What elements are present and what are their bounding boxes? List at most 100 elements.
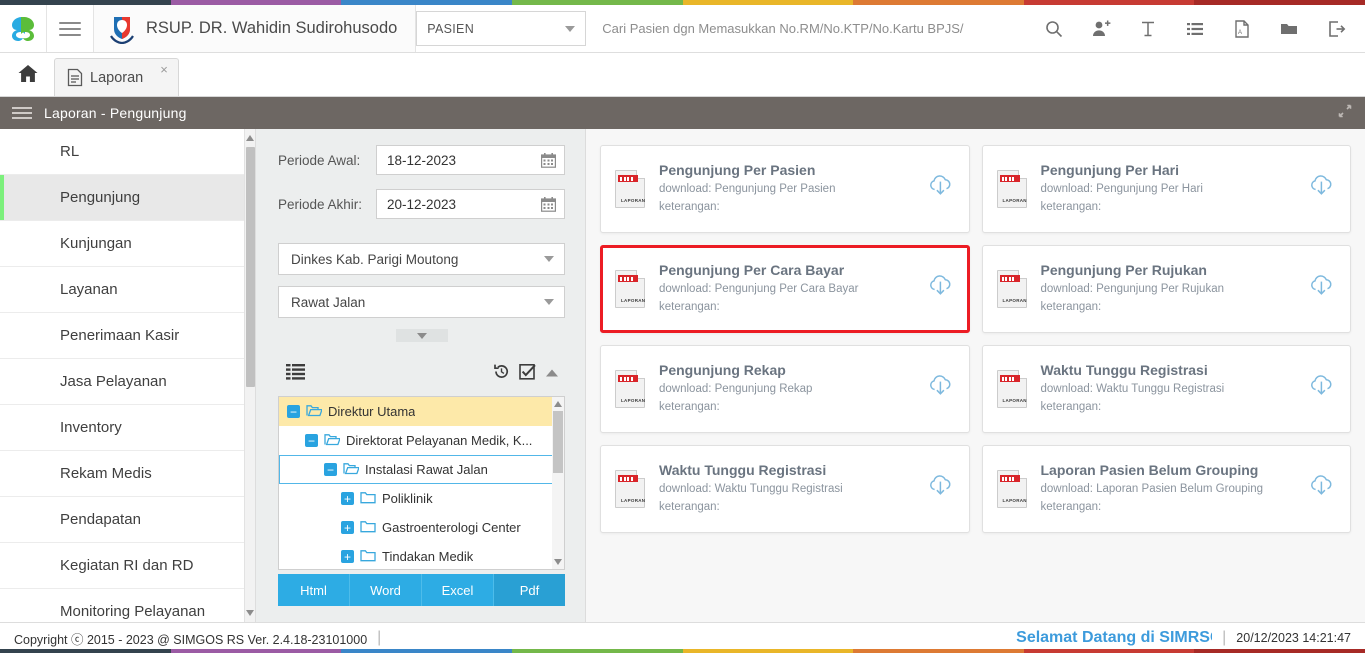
sidebar-item-monitoring-pelayanan[interactable]: Monitoring Pelayanan [0,589,255,622]
sidebar-item-rl[interactable]: RL [0,129,255,175]
sidebar-item-kunjungan[interactable]: Kunjungan [0,221,255,267]
tree-node[interactable]: + Poliklinik [279,484,564,513]
text-tool-icon[interactable] [1124,5,1171,53]
search-icon[interactable] [1030,5,1077,53]
tree-node-label: Gastroenterologi Center [382,520,521,535]
tab-laporan[interactable]: Laporan × [54,58,179,96]
sidebar-item-penerimaan-kasir[interactable]: Penerimaan Kasir [0,313,255,359]
sidebar-item-jasa-pelayanan[interactable]: Jasa Pelayanan [0,359,255,405]
cloud-download-icon[interactable] [1309,175,1334,203]
unit-select[interactable]: Dinkes Kab. Parigi Moutong [278,243,565,275]
report-card-download-label: download: Pengunjung Per Hari [1040,183,1203,196]
sidebar-item-kegiatan-ri-dan-rd[interactable]: Kegiatan RI dan RD [0,543,255,589]
scroll-up-icon[interactable] [553,401,562,407]
tree-node[interactable]: − Direktorat Pelayanan Medik, K... [279,426,564,455]
periode-akhir-value: 20-12-2023 [387,196,457,212]
report-card[interactable]: LAPORAN Laporan Pasien Belum Grouping down… [981,445,1351,533]
tree-node[interactable]: − Instalasi Rawat Jalan [279,455,564,484]
sidebar-item-inventory[interactable]: Inventory [0,405,255,451]
periode-awal-row: Periode Awal: 18-12-2023 [278,145,565,175]
home-icon[interactable] [6,52,50,96]
export-word-button[interactable]: Word [350,574,422,606]
periode-awal-input[interactable]: 18-12-2023 [376,145,565,175]
filter-panel: Periode Awal: 18-12-2023 Periode Akhir: [256,129,586,622]
scrollbar-thumb[interactable] [246,147,255,387]
cloud-download-icon[interactable] [928,175,953,203]
expand-arrows-icon[interactable] [1337,103,1353,124]
cloud-download-icon[interactable] [928,375,953,403]
report-card[interactable]: LAPORAN Pengunjung Per Rujukan download: P… [981,245,1351,333]
collapse-node-icon[interactable]: − [287,405,300,418]
folder-icon[interactable] [1265,5,1312,53]
report-card[interactable]: LAPORAN Pengunjung Per Pasien download: Pe… [600,145,970,233]
laporan-document-icon: LAPORAN [996,270,1027,308]
sidebar-item-layanan[interactable]: Layanan [0,267,255,313]
report-card-title: Pengunjung Per Hari [1040,162,1179,179]
report-card-title: Pengunjung Per Pasien [659,162,816,179]
report-card[interactable]: LAPORAN Waktu Tunggu Registrasi download: … [600,445,970,533]
history-refresh-icon[interactable] [493,363,510,385]
export-html-button[interactable]: Html [278,574,350,606]
cloud-download-icon[interactable] [1309,275,1334,303]
scrollbar-thumb[interactable] [553,411,563,473]
collapse-node-icon[interactable]: − [324,463,337,476]
tree-node-label: Direktur Utama [328,404,416,419]
report-card[interactable]: LAPORAN Pengunjung Per Hari download: Peng… [981,145,1351,233]
hamburger-icon[interactable] [12,104,32,122]
cloud-download-icon[interactable] [928,275,953,303]
periode-akhir-input[interactable]: 20-12-2023 [376,189,565,219]
report-card-cell: LAPORAN Pengunjung Per Pasien download: Pe… [594,139,976,239]
tree-node[interactable]: + Gastroenterologi Center [279,513,564,542]
tree-node[interactable]: + Tindakan Medik [279,542,564,569]
report-card-download-label: download: Waktu Tunggu Registrasi [1040,383,1225,396]
tree-node[interactable]: − Direktur Utama [279,397,564,426]
close-icon[interactable]: × [160,63,168,76]
sidebar-scrollbar[interactable] [244,129,255,622]
add-user-icon[interactable] [1077,5,1124,53]
export-pdf-button[interactable]: Pdf [494,574,565,606]
export-excel-button[interactable]: Excel [422,574,494,606]
cloud-download-icon[interactable] [1309,375,1334,403]
chevron-up-icon[interactable] [545,365,559,383]
pdf-icon[interactable]: A [1218,5,1265,53]
report-card-cell: LAPORAN Pengunjung Rekap download: Pengunj… [594,339,976,439]
logout-icon[interactable] [1312,5,1359,53]
simgos-swirl-logo[interactable] [0,5,47,52]
report-category-sidebar: RL Pengunjung Kunjungan Layanan Penerimaan K… [0,129,256,622]
cloud-download-icon[interactable] [1309,475,1334,503]
report-card-keterangan-label: keterangan: [659,200,720,213]
list-icon[interactable] [1171,5,1218,53]
sidebar-item-pengunjung[interactable]: Pengunjung [0,175,255,221]
list-view-icon[interactable] [286,363,305,385]
report-card-text: Waktu Tunggu Registrasi download: Waktu T… [1027,362,1310,416]
sidebar-item-label: Pengunjung [60,189,141,206]
app-footer: Copyright ⓒ 2015 - 2023 @ SIMGOS RS Ver.… [0,622,1365,653]
report-card-keterangan-label: keterangan: [659,500,720,513]
tree-scrollbar[interactable] [552,397,564,569]
check-square-icon[interactable] [519,363,536,385]
main-menu-button[interactable] [47,5,94,52]
expand-node-icon[interactable]: + [341,521,354,534]
scroll-up-icon[interactable] [246,135,254,141]
expand-node-icon[interactable]: + [341,550,354,563]
periode-akhir-row: Periode Akhir: 20-12-2023 [278,189,565,219]
sidebar-item-pendapatan[interactable]: Pendapatan [0,497,255,543]
module-select[interactable]: PASIEN [416,11,587,46]
cloud-download-icon[interactable] [928,475,953,503]
filter-collapse-toggle[interactable] [395,329,448,342]
patient-search-field[interactable]: Cari Pasien dgn Memasukkan No.RM/No.KTP/… [586,5,1030,52]
expand-node-icon[interactable]: + [341,492,354,505]
report-card-download-label: download: Pengunjung Rekap [659,383,813,396]
report-card[interactable]: LAPORAN Pengunjung Per Cara Bayar download… [600,245,970,333]
report-card-keterangan-label: keterangan: [1040,200,1102,213]
report-card-cell: LAPORAN Pengunjung Per Rujukan download: P… [976,239,1358,339]
sidebar-item-label: Jasa Pelayanan [60,373,167,390]
report-card[interactable]: LAPORAN Waktu Tunggu Registrasi download: … [981,345,1351,433]
scroll-down-icon[interactable] [553,559,562,565]
collapse-node-icon[interactable]: − [305,434,318,447]
sidebar-item-rekam-medis[interactable]: Rekam Medis [0,451,255,497]
page-title: Laporan - Pengunjung [44,105,187,121]
report-card[interactable]: LAPORAN Pengunjung Rekap download: Pengunj… [600,345,970,433]
layanan-select[interactable]: Rawat Jalan [278,286,565,318]
scroll-down-icon[interactable] [246,610,254,616]
